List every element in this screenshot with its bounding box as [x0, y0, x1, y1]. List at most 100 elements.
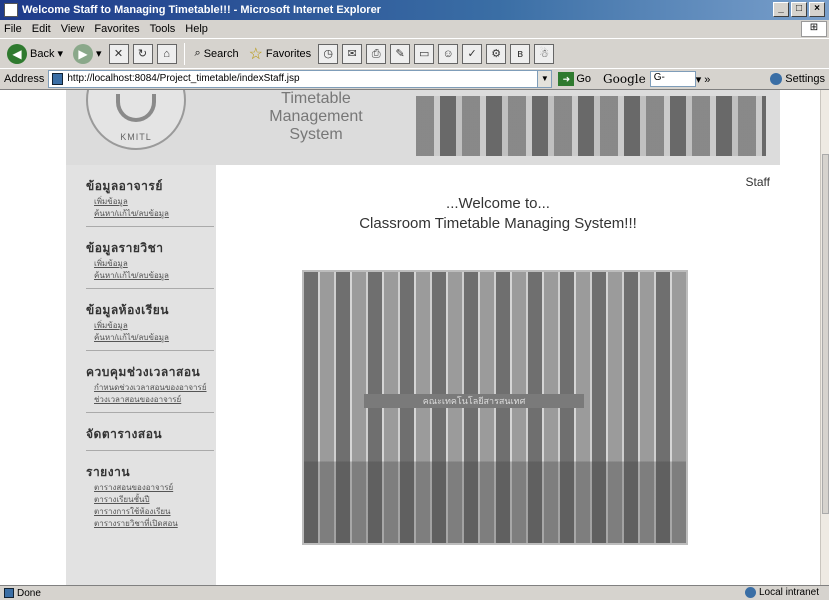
sidebar-group-report: รายงาน ตารางสอนของอาจารย์ ตารางเรียนชั้น… [86, 451, 216, 530]
user-role-label: Staff [745, 175, 770, 189]
messenger-people-icon[interactable]: ☃ [534, 43, 555, 64]
building-photo: คณะเทคโนโลยีสารสนเทศ [302, 270, 688, 545]
address-input[interactable]: http://localhost:8084/Project_timetable/… [48, 70, 539, 88]
page-header: KMITL Timetable Management System [66, 90, 780, 165]
favorites-star-icon: ☆ [248, 45, 263, 63]
sidebar-heading: ข้อมูลห้องเรียน [86, 303, 169, 317]
go-label: Go [576, 73, 592, 85]
bluetooth-icon[interactable]: ʙ [510, 43, 531, 64]
sidebar-link-report-room[interactable]: ตารางการใช้ห้องเรียน [94, 506, 216, 518]
messenger-icon[interactable]: ☺ [438, 43, 459, 64]
menu-file[interactable]: File [4, 23, 22, 35]
it-logo-icon [116, 94, 156, 122]
settings-label: Settings [785, 73, 825, 85]
sidebar-link-edit-room[interactable]: ค้นหา/แก้ไข/ลบข้อมูล [94, 332, 216, 344]
favorites-button[interactable]: ☆ Favorites [246, 42, 315, 66]
sidebar-heading: ข้อมูลอาจารย์ [86, 179, 163, 193]
building-sign-text: คณะเทคโนโลยีสารสนเทศ [364, 394, 584, 408]
forward-button[interactable]: ▶ ▾ [70, 42, 105, 66]
logo-text: KMITL [120, 132, 152, 142]
mail-icon[interactable]: ✉ [342, 43, 363, 64]
sidebar-link-report-subject[interactable]: ตารางรายวิชาที่เปิดสอน [94, 518, 216, 530]
sidebar-group-subject: ข้อมูลรายวิชา เพิ่มข้อมูล ค้นหา/แก้ไข/ลบ… [86, 227, 216, 282]
status-bar: Done Local intranet [0, 585, 829, 600]
search-button[interactable]: ⌕ Search [192, 42, 242, 66]
print-icon[interactable]: ⎙ [366, 43, 387, 64]
window-titlebar[interactable]: Welcome Staff to Managing Timetable!!! -… [0, 0, 829, 20]
tool-icon[interactable]: ⚙ [486, 43, 507, 64]
header-title-line: Management [269, 108, 363, 125]
sidebar-link-add-teacher[interactable]: เพิ่มข้อมูล [94, 196, 216, 208]
address-url: http://localhost:8084/Project_timetable/… [67, 73, 300, 84]
welcome-line-1: ...Welcome to... [446, 195, 550, 212]
toolbar-separator [183, 42, 185, 65]
menu-tools[interactable]: Tools [150, 23, 176, 35]
history-icon[interactable]: ◷ [318, 43, 339, 64]
stop-icon[interactable]: ✕ [108, 43, 129, 64]
chevron-down-icon[interactable]: ▾ [96, 47, 102, 60]
sidebar: ข้อมูลอาจารย์ เพิ่มข้อมูล ค้นหา/แก้ไข/ลบ… [66, 165, 216, 585]
window-controls: _ □ × [773, 2, 825, 17]
sidebar-link-view-timeslot[interactable]: ช่วงเวลาสอนของอาจารย์ [94, 394, 216, 406]
menu-edit[interactable]: Edit [32, 23, 51, 35]
sidebar-group-room: ข้อมูลห้องเรียน เพิ่มข้อมูล ค้นหา/แก้ไข/… [86, 289, 216, 344]
search-icon: ⌕ [194, 47, 201, 59]
refresh-icon[interactable]: ↻ [132, 43, 153, 64]
address-dropdown-icon[interactable]: ▼ [538, 70, 553, 88]
research-icon[interactable]: ✓ [462, 43, 483, 64]
address-bar: Address http://localhost:8084/Project_ti… [0, 68, 829, 90]
close-button[interactable]: × [809, 2, 825, 17]
sidebar-link-report-teacher[interactable]: ตารางสอนของอาจารย์ [94, 482, 216, 494]
address-label: Address [4, 73, 45, 85]
header-title-line: Timetable [281, 90, 351, 107]
ie-app-icon [4, 3, 18, 17]
window-title: Welcome Staff to Managing Timetable!!! -… [22, 4, 381, 16]
page-icon [52, 73, 64, 85]
go-arrow-icon: ➜ [558, 72, 575, 86]
edit-icon[interactable]: ✎ [390, 43, 411, 64]
main-content: Staff ...Welcome to... Classroom Timetab… [216, 165, 780, 585]
sidebar-link-schedule[interactable]: จัดตารางสอน [86, 425, 216, 444]
go-button[interactable]: ➜ Go [558, 72, 591, 86]
sidebar-link-report-year[interactable]: ตารางเรียนชั้นปี [94, 494, 216, 506]
header-title-line: System [289, 126, 343, 143]
sidebar-link-edit-subject[interactable]: ค้นหา/แก้ไข/ลบข้อมูล [94, 270, 216, 282]
sidebar-link-add-subject[interactable]: เพิ่มข้อมูล [94, 258, 216, 270]
settings-button[interactable]: Settings [770, 73, 825, 85]
back-button[interactable]: ◀ Back ▾ [4, 42, 66, 66]
maximize-button[interactable]: □ [791, 2, 807, 17]
kmitl-logo: KMITL [86, 90, 186, 150]
scrollbar-thumb[interactable] [822, 154, 829, 514]
web-page: KMITL Timetable Management System ข้อมูล… [66, 90, 780, 585]
vertical-scrollbar[interactable] [820, 90, 829, 585]
sidebar-link-add-room[interactable]: เพิ่มข้อมูล [94, 320, 216, 332]
sidebar-heading: รายงาน [86, 465, 131, 479]
minimize-button[interactable]: _ [773, 2, 789, 17]
back-label: Back [30, 47, 55, 60]
header-title: Timetable Management System [216, 90, 416, 144]
intranet-icon [744, 587, 756, 598]
status-text: Done [17, 587, 41, 599]
sidebar-group-timeslot: ควบคุมช่วงเวลาสอน กำหนดช่วงเวลาสอนของอาจ… [86, 351, 216, 406]
sidebar-link-edit-teacher[interactable]: ค้นหา/แก้ไข/ลบข้อมูล [94, 208, 216, 220]
search-label: Search [203, 47, 239, 60]
windows-logo-icon: ⊞ [801, 21, 827, 37]
sidebar-group-schedule: จัดตารางสอน [86, 413, 216, 444]
discuss-icon[interactable]: ▭ [414, 43, 435, 64]
sidebar-heading: ควบคุมช่วงเวลาสอน [86, 365, 201, 379]
sidebar-group-teacher: ข้อมูลอาจารย์ เพิ่มข้อมูล ค้นหา/แก้ไข/ลบ… [86, 165, 216, 220]
chevron-down-icon[interactable]: ▾ [57, 47, 63, 60]
menu-favorites[interactable]: Favorites [94, 23, 139, 35]
favorites-label: Favorites [265, 47, 312, 60]
home-icon[interactable]: ⌂ [156, 43, 177, 64]
forward-arrow-icon: ▶ [73, 43, 93, 64]
menu-view[interactable]: View [61, 23, 85, 35]
menu-bar: File Edit View Favorites Tools Help ⊞ [0, 20, 829, 38]
back-arrow-icon: ◀ [7, 43, 27, 64]
menu-help[interactable]: Help [185, 23, 208, 35]
sidebar-link-set-timeslot[interactable]: กำหนดช่วงเวลาสอนของอาจารย์ [94, 382, 216, 394]
settings-icon [770, 73, 783, 85]
chevron-down-icon[interactable]: ▾ » [696, 73, 711, 86]
google-search-input[interactable]: G- [649, 71, 696, 87]
page-done-icon [4, 588, 14, 598]
